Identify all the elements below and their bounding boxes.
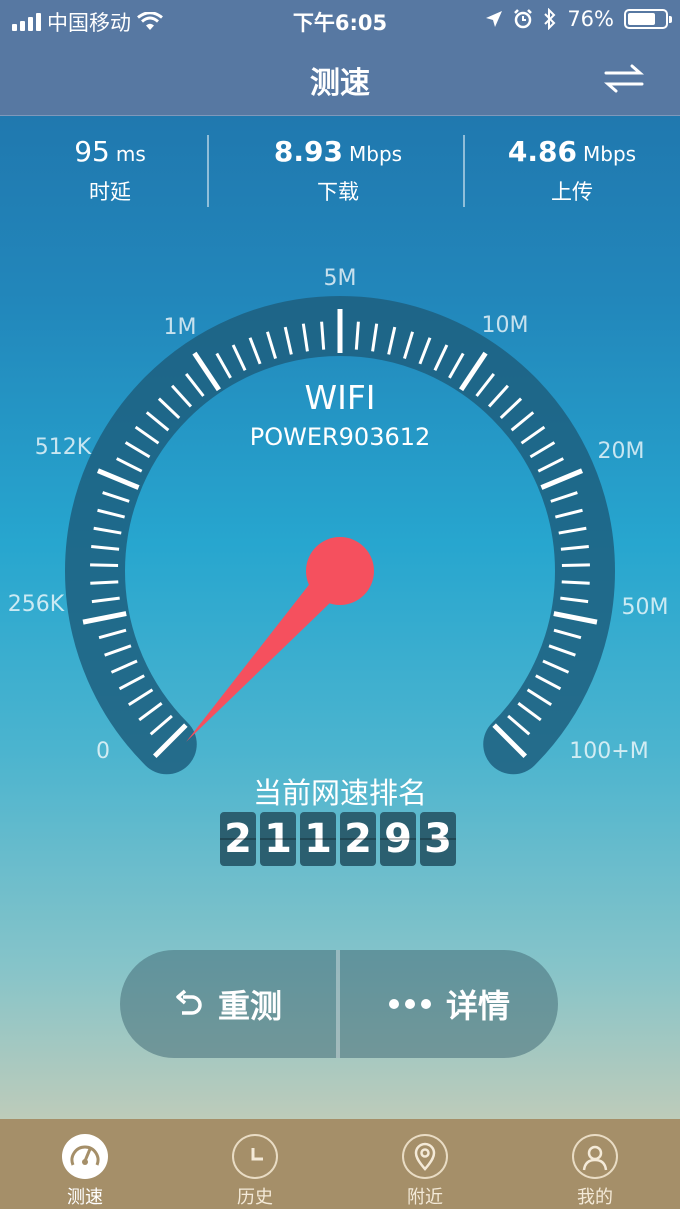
retest-button[interactable]: 重测 <box>120 950 336 1058</box>
swap-icon[interactable] <box>604 62 644 94</box>
rank-digit: 2 <box>220 812 256 866</box>
nav-bar: 测速 <box>0 40 680 116</box>
scale-label-512k: 512K <box>35 435 92 460</box>
battery-fill <box>628 13 656 25</box>
gauge-tick <box>90 580 119 585</box>
upload-label: 上传 <box>551 180 593 204</box>
tab-speedtest[interactable]: 测速 <box>0 1119 170 1209</box>
rank-digit: 1 <box>260 812 296 866</box>
gauge-tick <box>320 321 326 350</box>
scale-label-50m: 50M <box>622 595 669 620</box>
tab-label: 我的 <box>577 1187 613 1208</box>
scale-label-20m: 20M <box>598 439 645 464</box>
scale-label-5m: 5M <box>324 266 357 291</box>
tab-bar: 测速 历史 附近 我的 <box>0 1119 680 1209</box>
network-name: POWER903612 <box>250 423 431 451</box>
tab-nearby[interactable]: 附近 <box>340 1119 510 1209</box>
upload-value: 4.86 <box>507 135 577 168</box>
status-right: 76% <box>485 7 672 31</box>
battery-percent: 76% <box>567 7 614 31</box>
latency-unit: ms <box>115 142 146 166</box>
scale-label-10m: 10M <box>482 313 529 338</box>
tab-label: 历史 <box>237 1187 273 1208</box>
download-value: 8.93 <box>273 135 343 168</box>
page-title: 测速 <box>310 66 370 101</box>
undo-icon <box>176 989 202 1015</box>
scale-label-0: 0 <box>96 739 110 764</box>
bluetooth-icon <box>544 8 556 30</box>
download-label: 下载 <box>317 180 359 204</box>
rank-digit: 2 <box>340 812 376 866</box>
speed-gauge: 0 256K 512K 1M 5M 10M 20M 50M 100+M WIFI… <box>8 266 669 775</box>
location-icon <box>486 11 503 27</box>
action-buttons: 重测 详情 <box>120 950 558 1058</box>
rank-digit: 9 <box>380 812 416 866</box>
tab-label: 测速 <box>67 1187 103 1208</box>
gauge-tick <box>561 563 590 568</box>
upload-unit: Mbps <box>583 142 637 166</box>
network-type: WIFI <box>304 378 375 417</box>
tab-history[interactable]: 历史 <box>170 1119 340 1209</box>
user-icon <box>572 1134 618 1179</box>
tab-label: 附近 <box>407 1187 443 1208</box>
retest-label: 重测 <box>217 987 282 1025</box>
gauge-tick <box>561 580 590 585</box>
clock-icon <box>232 1134 278 1179</box>
rank-title: 当前网速排名 <box>252 776 427 810</box>
latency-value: 95 <box>74 135 110 168</box>
scale-label-256k: 256K <box>8 592 65 617</box>
alarm-icon <box>514 9 533 29</box>
scale-label-1m: 1M <box>164 315 197 340</box>
rank-digits: 2 1 1 2 9 3 <box>220 812 456 866</box>
details-button[interactable]: 详情 <box>340 950 558 1058</box>
speedometer-icon <box>62 1134 108 1179</box>
latency-stat: 95 ms 时延 <box>0 135 220 206</box>
gauge-tick <box>354 321 360 350</box>
status-bar: 中国移动 下午6:05 76% <box>0 0 680 40</box>
location-pin-icon <box>402 1134 448 1179</box>
download-stat: 8.93 Mbps 下载 <box>228 135 448 206</box>
scale-label-100m: 100+M <box>569 739 648 764</box>
details-label: 详情 <box>445 987 510 1025</box>
rank-digit: 1 <box>300 812 336 866</box>
stat-divider <box>207 135 209 207</box>
download-unit: Mbps <box>349 142 403 166</box>
needle-hub <box>306 537 374 605</box>
upload-stat: 4.86 Mbps 上传 <box>462 135 680 206</box>
tab-profile[interactable]: 我的 <box>510 1119 680 1209</box>
latency-label: 时延 <box>89 180 131 204</box>
battery-icon <box>624 9 672 29</box>
rank-digit: 3 <box>420 812 456 866</box>
gauge-tick <box>90 563 119 568</box>
more-icon <box>388 999 431 1009</box>
